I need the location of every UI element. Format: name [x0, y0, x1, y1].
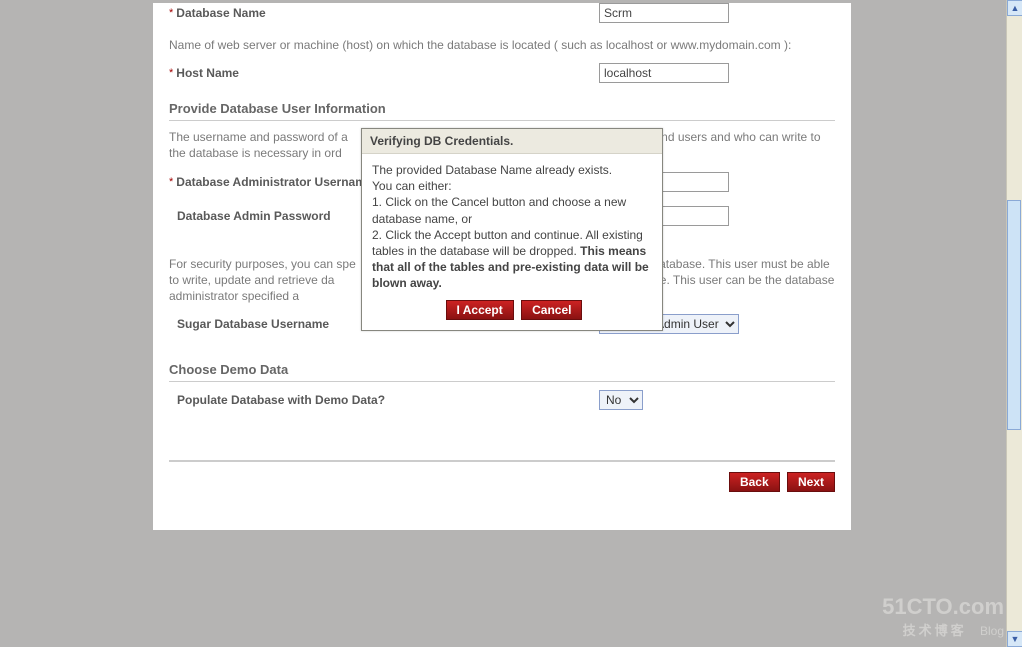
- next-button[interactable]: Next: [787, 472, 835, 492]
- modal-text-line: 1. Click on the Cancel button and choose…: [372, 194, 652, 226]
- divider: [169, 381, 835, 382]
- row-demo-data: Populate Database with Demo Data? No: [169, 390, 835, 410]
- modal-buttons: I Accept Cancel: [372, 300, 652, 320]
- label-admin-username: Database Administrator Usernam: [176, 175, 366, 189]
- accept-button[interactable]: I Accept: [446, 300, 514, 320]
- input-database-name[interactable]: [599, 3, 729, 23]
- watermark-logo: 51CTO.com: [882, 594, 1004, 620]
- select-demo-data[interactable]: No: [599, 390, 643, 410]
- back-button[interactable]: Back: [729, 472, 780, 492]
- host-description: Name of web server or machine (host) on …: [169, 37, 835, 53]
- input-host-name[interactable]: [599, 63, 729, 83]
- label-demo-data: Populate Database with Demo Data?: [177, 393, 385, 407]
- modal-text-line: The provided Database Name already exist…: [372, 162, 652, 178]
- modal-title: Verifying DB Credentials.: [362, 129, 662, 154]
- watermark-blog: Blog: [980, 624, 1004, 638]
- footer-bar: Back Next: [169, 460, 835, 492]
- watermark-sub: 技术博客: [903, 623, 967, 638]
- required-marker: *: [169, 67, 173, 79]
- scroll-thumb[interactable]: [1007, 200, 1021, 430]
- section-title-demo: Choose Demo Data: [169, 362, 835, 377]
- modal-body: The provided Database Name already exist…: [362, 154, 662, 330]
- label-database-name: Database Name: [176, 6, 265, 20]
- required-marker: *: [169, 176, 173, 188]
- row-database-name: * Database Name: [169, 3, 835, 23]
- label-host-name: Host Name: [176, 66, 239, 80]
- required-marker: *: [169, 7, 173, 19]
- vertical-scrollbar[interactable]: ▲ ▼: [1006, 0, 1022, 647]
- row-host-name: * Host Name: [169, 63, 835, 83]
- cancel-button[interactable]: Cancel: [521, 300, 582, 320]
- scroll-down-icon[interactable]: ▼: [1007, 631, 1022, 647]
- label-admin-password: Database Admin Password: [177, 209, 331, 223]
- watermark: 51CTO.com 技术博客 Blog: [882, 594, 1004, 639]
- divider: [169, 120, 835, 121]
- label-sugar-username: Sugar Database Username: [177, 317, 329, 331]
- modal-text-line: You can either:: [372, 178, 652, 194]
- scroll-up-icon[interactable]: ▲: [1007, 0, 1022, 16]
- verify-credentials-modal: Verifying DB Credentials. The provided D…: [361, 128, 663, 331]
- section-title-user-info: Provide Database User Information: [169, 101, 835, 116]
